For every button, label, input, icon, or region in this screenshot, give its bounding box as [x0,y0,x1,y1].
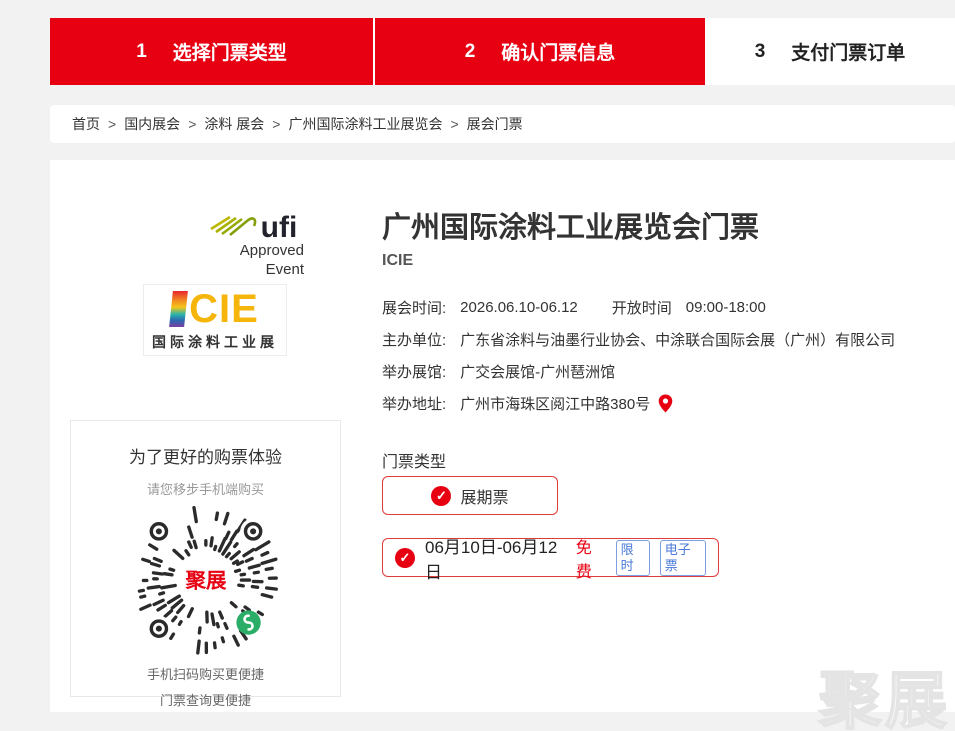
breadcrumb-exhibition[interactable]: 广州国际涂料工业展览会 [288,114,442,134]
tab-step-2-confirm-info[interactable]: 2 确认门票信息 [375,18,705,85]
info-row-organizer: 主办单位: 广东省涂料与油墨行业协会、中涂联合国际会展（广州）有限公司 [382,328,895,350]
ufi-approved-event-logo: ufi Approved Event [168,206,338,279]
qr-center-label: 聚展 [184,570,227,593]
breadcrumb-separator: > [450,116,458,132]
breadcrumb-home[interactable]: 首页 [72,114,100,134]
ticket-price: 免费 [576,534,606,582]
info-label-open-hours: 开放时间 [612,297,672,318]
info-value-open-hours: 09:00-18:00 [686,299,766,316]
step-label: 支付门票订单 [791,38,905,65]
breadcrumb-separator: > [188,116,196,132]
icie-logo-letters: CIE [189,290,259,328]
breadcrumb-coatings-expos[interactable]: 涂料 展会 [204,114,264,134]
ticket-type-label: 展期票 [460,484,508,508]
info-label-time: 展会时间: [382,297,446,318]
ticket-type-section-title: 门票类型 [382,448,446,472]
breadcrumb-separator: > [108,116,116,132]
step-number: 3 [755,41,766,63]
tab-step-3-pay-order[interactable]: 3 支付门票订单 [705,18,955,85]
location-pin-icon[interactable] [658,394,673,413]
tab-step-1-select-ticket[interactable]: 1 选择门票类型 [50,18,375,85]
wechat-icon [236,610,260,634]
info-label-address: 举办地址: [382,393,446,414]
icie-rainbow-i-icon [169,291,188,327]
ufi-event-text: Event [168,260,338,279]
qr-footer-line1: 手机扫码购买更便捷 [71,663,340,687]
icie-logo: CIE 国际涂料工业展 [143,284,287,356]
qr-code: 聚展 [71,504,340,661]
ufi-logo-text: ufi [261,215,298,241]
breadcrumb: 首页 > 国内展会 > 涂料 展会 > 广州国际涂料工业展览会 > 展会门票 [50,105,955,143]
info-label-venue: 举办展馆: [382,361,446,382]
breadcrumb-domestic-expos[interactable]: 国内展会 [124,114,180,134]
info-value-organizer: 广东省涂料与油墨行业协会、中涂联合国际会展（广州）有限公司 [460,329,895,350]
icie-logo-subtitle: 国际涂料工业展 [152,332,278,352]
check-circle-icon: ✓ [395,548,415,568]
step-number: 1 [136,41,147,63]
qr-panel-subtitle: 请您移步手机端购买 [71,479,340,498]
page-title: 广州国际涂料工业展览会门票 [382,204,759,246]
info-row-venue: 举办展馆: 广交会展馆-广州琶洲馆 [382,360,895,382]
breadcrumb-separator: > [272,116,280,132]
ticket-type-button[interactable]: ✓ 展期票 [382,476,558,515]
step-label: 确认门票信息 [501,38,615,65]
qr-panel: 为了更好的购票体验 请您移步手机端购买 聚展 手机扫码购买更便捷 门票查询更 [70,420,341,697]
qr-panel-title: 为了更好的购票体验 [71,443,340,468]
info-value-time: 2026.06.10-06.12 [460,299,578,316]
qr-footer-line2: 门票查询更便捷 [71,689,340,713]
step-progress-bar: 1 选择门票类型 2 确认门票信息 3 支付门票订单 [50,18,955,85]
badge-e-ticket: 电子票 [660,540,706,576]
info-row-time: 展会时间: 2026.06.10-06.12 开放时间 09:00-18:00 [382,296,895,318]
check-circle-icon: ✓ [431,486,451,506]
ufi-approved-text: Approved [168,241,338,260]
info-value-address: 广州市海珠区阅江中路380号 [460,393,650,414]
info-row-address: 举办地址: 广州市海珠区阅江中路380号 [382,392,895,414]
step-number: 2 [465,41,476,63]
event-code: ICIE [382,252,413,270]
info-value-venue: 广交会展馆-广州琶洲馆 [460,361,615,382]
event-info: 展会时间: 2026.06.10-06.12 开放时间 09:00-18:00 … [382,296,895,424]
breadcrumb-tickets[interactable]: 展会门票 [467,114,523,134]
ufi-swoosh-icon [209,206,259,241]
badge-limited-time: 限时 [616,540,650,576]
info-label-organizer: 主办单位: [382,329,446,350]
ticket-option-row[interactable]: ✓ 06月10日-06月12日 免费 限时 电子票 [382,538,719,577]
step-label: 选择门票类型 [173,38,287,65]
main-card: ufi Approved Event CIE 国际涂料工业展 为了更好的购票体验… [50,160,955,712]
ticket-date: 06月10日-06月12日 [425,533,564,583]
